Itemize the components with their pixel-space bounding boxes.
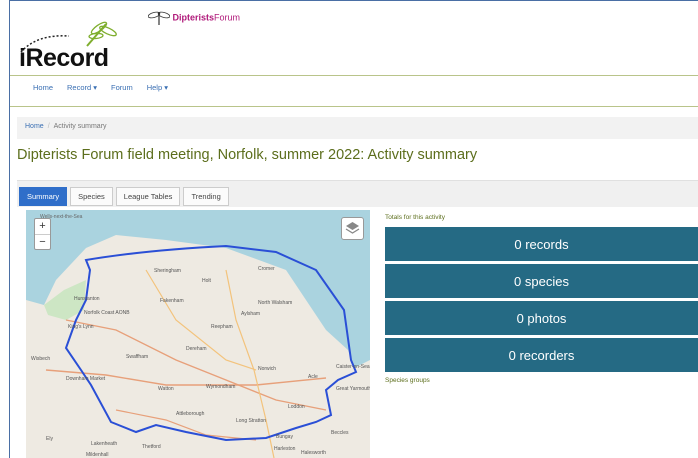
stat-recorders: 0 recorders bbox=[385, 338, 698, 372]
map-zoom-control: + − bbox=[34, 218, 51, 250]
zoom-in-button[interactable]: + bbox=[35, 219, 50, 235]
main-nav: Home Record ▾ Forum Help ▾ bbox=[33, 83, 168, 92]
breadcrumb-home[interactable]: Home bbox=[25, 123, 44, 130]
map-label: Reepham bbox=[211, 324, 233, 330]
map-label: Thetford bbox=[142, 444, 161, 450]
map-label: Ely bbox=[46, 436, 53, 442]
map-label: Great Yarmouth bbox=[336, 386, 370, 392]
map-label: Aylsham bbox=[241, 311, 260, 317]
layers-icon bbox=[345, 222, 360, 234]
tab-species[interactable]: Species bbox=[70, 187, 113, 206]
map-label: Halesworth bbox=[301, 450, 326, 456]
stat-species: 0 species bbox=[385, 264, 698, 298]
map-label: Fakenham bbox=[160, 298, 184, 304]
map-label: Caister-on-Sea bbox=[336, 364, 370, 370]
nav-divider bbox=[10, 106, 698, 107]
map-label: Norfolk Coast AONB bbox=[84, 310, 130, 316]
tab-summary[interactable]: Summary bbox=[19, 187, 68, 206]
map-label: Attleborough bbox=[176, 411, 205, 417]
nav-home[interactable]: Home bbox=[33, 83, 53, 92]
map-label: Dereham bbox=[186, 346, 207, 352]
nav-record-dropdown[interactable]: Record ▾ bbox=[67, 83, 97, 92]
map-label: Beccles bbox=[331, 430, 349, 436]
stat-records: 0 records bbox=[385, 227, 698, 261]
stat-photos: 0 photos bbox=[385, 301, 698, 335]
map-layers-button[interactable] bbox=[341, 217, 364, 240]
map-label: Norwich bbox=[258, 366, 276, 372]
map-label: North Walsham bbox=[258, 300, 292, 306]
partner-name-rest: Forum bbox=[214, 12, 241, 23]
header-divider bbox=[10, 75, 698, 76]
map-label: Cromer bbox=[258, 266, 275, 272]
tab-trending[interactable]: Trending bbox=[183, 187, 229, 206]
map-label: Mildenhall bbox=[86, 452, 109, 458]
page-title: Dipterists Forum field meeting, Norfolk,… bbox=[17, 147, 478, 163]
map-label: Long Stratton bbox=[236, 418, 266, 424]
breadcrumb-separator: / bbox=[47, 123, 50, 130]
nav-forum[interactable]: Forum bbox=[111, 83, 133, 92]
map-label: Wymondham bbox=[206, 384, 235, 390]
map-label: Lakenheath bbox=[91, 441, 117, 447]
activity-map[interactable]: Wells-next-the-Sea Sheringham CromerHunst… bbox=[26, 210, 370, 458]
map-label: Holt bbox=[202, 278, 212, 284]
map-label: Watton bbox=[158, 386, 174, 392]
species-groups-label: Species groups bbox=[385, 377, 430, 384]
map-label: Sheringham bbox=[154, 268, 181, 274]
map-label: Swaffham bbox=[126, 354, 148, 360]
map-label: Acle bbox=[308, 374, 318, 380]
map-label: Wisbech bbox=[31, 356, 50, 362]
totals-label: Totals for this activity bbox=[385, 214, 445, 221]
nav-help-dropdown[interactable]: Help ▾ bbox=[147, 83, 168, 92]
breadcrumb-current: Activity summary bbox=[53, 123, 107, 130]
breadcrumb: Home / Activity summary bbox=[17, 117, 698, 139]
tab-league-tables[interactable]: League Tables bbox=[115, 187, 181, 206]
logo-text: iRecord bbox=[19, 44, 109, 72]
map-label: Downham Market bbox=[66, 376, 106, 382]
dipterists-forum-logo[interactable]: DipteristsForum bbox=[147, 10, 241, 26]
map-label: Loddon bbox=[288, 404, 305, 410]
map-label: Bungay bbox=[276, 434, 293, 440]
partner-name-bold: Dipterists bbox=[172, 12, 215, 23]
zoom-out-button[interactable]: − bbox=[39, 236, 45, 248]
fly-icon bbox=[147, 11, 171, 25]
map-label: King's Lynn bbox=[68, 324, 94, 330]
tab-bar: Summary Species League Tables Trending bbox=[17, 180, 698, 207]
map-label: Harleston bbox=[274, 446, 296, 452]
map-label: Hunstanton bbox=[74, 296, 100, 302]
